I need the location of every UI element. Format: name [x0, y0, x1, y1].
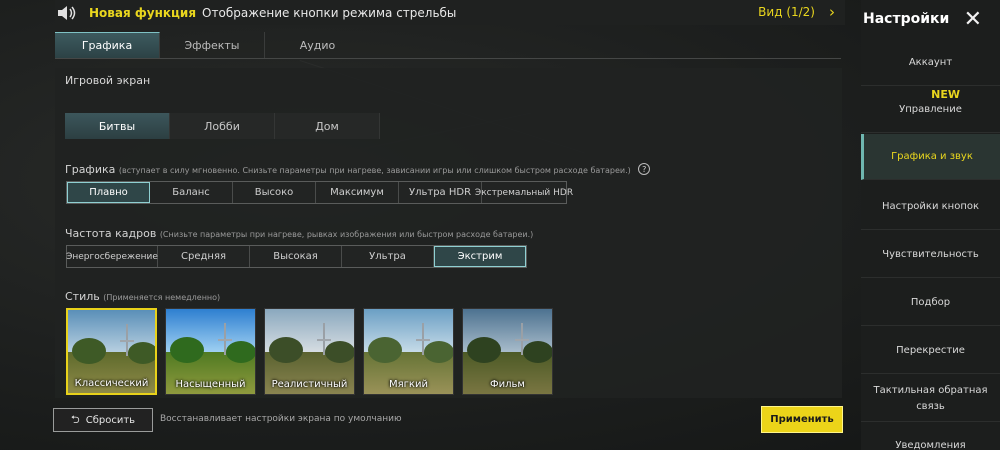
style-note: (Применяется немедленно)	[103, 293, 221, 302]
sidebar-item-graphics-sound[interactable]: Графика и звук	[861, 134, 1000, 180]
reset-button[interactable]: ⮌ Сбросить	[53, 408, 153, 432]
sidebar-item-haptic-feedback[interactable]: Тактильная обратная связь	[861, 376, 1000, 422]
style-caption: Насыщенный	[175, 379, 246, 390]
sidebar-item-button-settings[interactable]: Настройки кнопок	[861, 184, 1000, 230]
style-card-vivid[interactable]: Насыщенный	[165, 308, 256, 395]
style-caption: Реалистичный	[271, 379, 348, 390]
framerate-label: Частота кадров	[65, 227, 157, 240]
section-title: Игровой экран	[65, 74, 151, 87]
help-icon[interactable]: ?	[638, 163, 651, 175]
new-feature-label: Новая функция	[89, 5, 197, 20]
sidebar-item-matchmaking[interactable]: Подбор	[861, 280, 1000, 326]
mode-tabs: Битвы Лобби Дом	[65, 113, 380, 139]
style-label: Стиль	[65, 290, 100, 303]
framerate-option-powersave[interactable]: Энергосбережение	[66, 246, 158, 267]
style-caption: Классический	[74, 378, 149, 389]
framerate-option-medium[interactable]: Средняя	[158, 246, 250, 267]
style-card-classic[interactable]: Классический	[66, 308, 157, 395]
graphics-option-smooth[interactable]: Плавно	[67, 182, 150, 203]
sidebar-item-crosshair[interactable]: Перекрестие	[861, 328, 1000, 374]
graphics-option-extreme-hdr[interactable]: Экстремальный HDR	[475, 182, 573, 203]
view-counter[interactable]: Вид (1/2)	[758, 5, 815, 19]
settings-panel: Игровой экран Битвы Лобби Дом Графика (в…	[55, 68, 842, 398]
chevron-right-icon[interactable]: ›	[829, 3, 835, 21]
new-feature-text: Отображение кнопки режима стрельбы	[202, 5, 457, 20]
sidebar-item-sensitivity[interactable]: Чувствительность	[861, 232, 1000, 278]
framerate-selector: Энергосбережение Средняя Высокая Ультра …	[66, 245, 527, 268]
graphics-note: (вступает в силу мгновенно. Снизьте пара…	[118, 166, 631, 175]
mode-tab-home[interactable]: Дом	[275, 113, 380, 139]
graphics-quality-selector: Плавно Баланс Высоко Максимум Ультра HDR…	[66, 181, 573, 204]
tab-effects[interactable]: Эффекты	[160, 32, 265, 58]
style-card-soft[interactable]: Мягкий	[363, 308, 454, 395]
sidebar-item-account[interactable]: Аккаунт	[861, 40, 1000, 86]
reset-label: Сбросить	[85, 414, 136, 426]
style-title: Стиль (Применяется немедленно)	[65, 290, 220, 303]
reset-hint: Восстанавливает настройки экрана по умол…	[160, 414, 402, 424]
settings-tabs: Графика Эффекты Аудио	[55, 32, 841, 59]
graphics-label: Графика	[65, 163, 116, 176]
graphics-quality-label: Графика (вступает в силу мгновенно. Сниз…	[65, 163, 651, 176]
settings-sidebar: Настройки ✕ Аккаунт Управление NEW Графи…	[861, 0, 1000, 450]
framerate-option-extreme[interactable]: Экстрим	[434, 246, 526, 267]
style-caption: Фильм	[490, 379, 525, 390]
apply-button[interactable]: Применить	[761, 406, 843, 433]
style-card-realistic[interactable]: Реалистичный	[264, 308, 355, 395]
close-icon[interactable]: ✕	[964, 7, 982, 32]
mode-tab-battles[interactable]: Битвы	[65, 113, 170, 139]
graphics-option-max[interactable]: Максимум	[316, 182, 399, 203]
framerate-option-high[interactable]: Высокая	[250, 246, 342, 267]
style-options: Классический Насыщенный Реалистичный Мяг…	[66, 308, 561, 395]
framerate-title: Частота кадров (Снизьте параметры при на…	[65, 227, 533, 240]
tab-audio[interactable]: Аудио	[265, 32, 370, 58]
framerate-note: (Снизьте параметры при нагреве, рывках и…	[159, 230, 534, 239]
tab-graphics[interactable]: Графика	[55, 32, 160, 58]
style-caption: Мягкий	[389, 379, 428, 390]
style-card-film[interactable]: Фильм	[462, 308, 553, 395]
sidebar-item-notifications[interactable]: Уведомления	[861, 424, 1000, 450]
graphics-option-ultra-hdr[interactable]: Ультра HDR	[399, 182, 482, 203]
mode-tab-lobby[interactable]: Лобби	[170, 113, 275, 139]
new-feature-banner[interactable]: Новая функция Отображение кнопки режима …	[55, 0, 845, 25]
new-badge: NEW	[931, 88, 960, 101]
graphics-option-balanced[interactable]: Баланс	[150, 182, 233, 203]
undo-arrow-icon: ⮌	[70, 412, 80, 426]
graphics-option-high[interactable]: Высоко	[233, 182, 316, 203]
speaker-icon	[58, 6, 76, 20]
framerate-option-ultra[interactable]: Ультра	[342, 246, 434, 267]
